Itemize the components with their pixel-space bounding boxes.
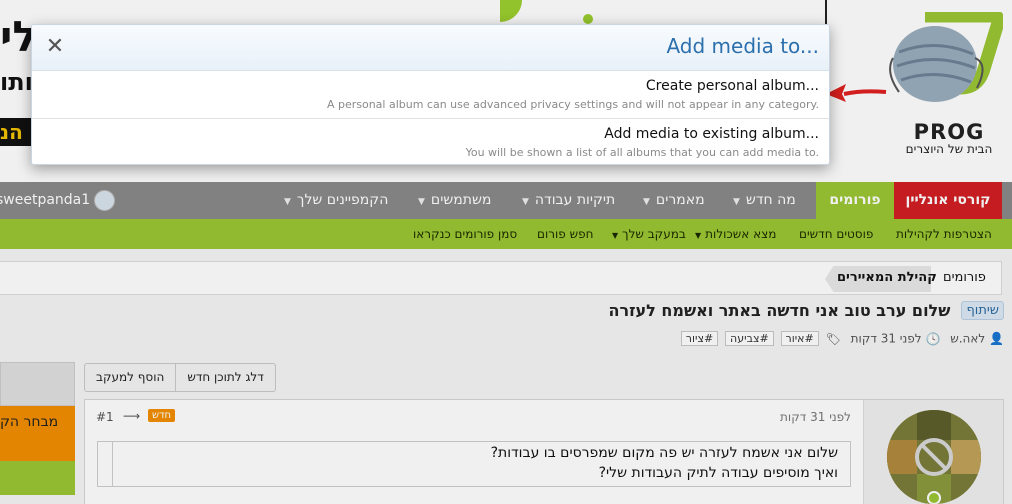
close-icon[interactable]: ✕ xyxy=(40,32,70,62)
option-label: Add media to existing album... xyxy=(604,126,819,142)
modal-title: Add media to... xyxy=(666,34,819,58)
add-media-modal: ✕ Add media to... Create personal album.… xyxy=(31,24,830,165)
option-description: You will be shown a list of all albums t… xyxy=(465,146,819,159)
add-to-existing-album-option[interactable]: Add media to existing album... You will … xyxy=(32,120,829,164)
modal-header: ✕ Add media to... xyxy=(32,25,829,71)
create-personal-album-option[interactable]: Create personal album... A personal albu… xyxy=(32,72,829,119)
option-label: Create personal album... xyxy=(645,78,819,94)
option-description: A personal album can use advanced privac… xyxy=(326,98,819,111)
